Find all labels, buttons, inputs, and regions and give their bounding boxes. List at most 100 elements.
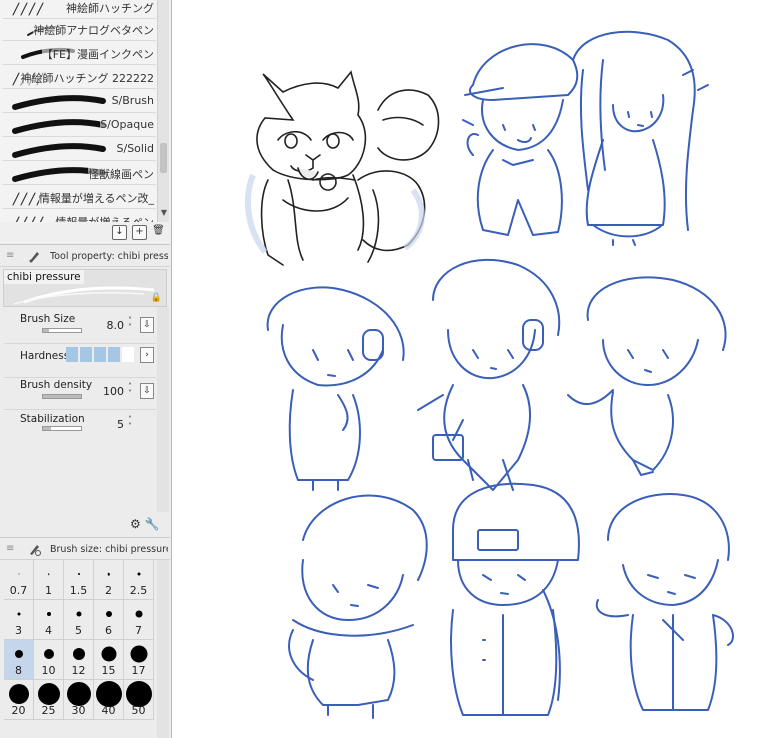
jacket-boy-sketch [595,493,734,711]
tool-property-scrollbar[interactable] [157,307,169,512]
hardness-level-cell[interactable] [80,347,93,362]
pressure-settings-button[interactable]: ⇩ [140,383,154,399]
brush-size-option[interactable]: 12 [64,640,94,680]
brush-size-option[interactable]: 30 [64,680,94,720]
brush-size-option[interactable]: 20 [4,680,34,720]
brush-size-option[interactable]: 17 [124,640,154,680]
brush-size-label: 5 [75,624,82,637]
brush-size-option[interactable]: 25 [34,680,64,720]
drawing-canvas[interactable] [173,0,766,738]
brush-size-label: 0.7 [9,584,28,597]
hardness-level-cell[interactable] [66,347,79,362]
hardness-level-cell[interactable] [122,347,135,362]
brush-size-option[interactable]: 0.7 [4,560,34,600]
grip-icon[interactable]: ≡ [6,250,14,261]
brush-preview[interactable]: chibi pressure 🔒 [3,269,167,307]
spinner-icon[interactable]: ˄ ˅ [128,416,132,431]
brush-item[interactable]: 情報量が増えるペン改_ [3,185,156,209]
hardness-level-cell[interactable] [94,347,107,362]
brush-actions-bar: ↓ + 🗑 [0,222,170,242]
hardness-level-cell[interactable] [108,347,121,362]
hardness-property[interactable]: Hardness › [4,345,156,378]
brush-item[interactable]: 神絵師ハッチング 222222 [3,65,156,89]
brush-size-dot [107,572,110,576]
settings-wrench-icon[interactable]: ⚙ [130,517,141,531]
brush-size-option[interactable]: 3 [4,600,34,640]
stabilization-property[interactable]: Stabilization 5 ˄ ˅ [4,411,156,444]
brush-density-value[interactable]: 100 [103,385,124,398]
brush-size-label: 50 [131,704,146,717]
brush-size-option[interactable]: 5 [64,600,94,640]
brush-item[interactable]: S/Solid [3,137,156,161]
brush-size-slider[interactable] [42,328,82,333]
tool-settings-icon[interactable]: 🔧 [145,517,160,531]
grip-icon[interactable]: ≡ [6,543,14,554]
brush-size-icon [30,545,41,556]
brush-size-option[interactable]: 15 [94,640,124,680]
brush-item[interactable]: 怪獣線画ペン [3,161,156,185]
brush-size-label: 15 [101,664,116,677]
brush-list: 神絵師ハッチング 神絵師アナログベタペン 【FE】漫画インクペン 神絵師ハッチング 2… [0,0,170,243]
brush-list-scrollbar[interactable]: ▼ [157,0,169,222]
spinner-icon[interactable]: ˄ ˅ [128,317,132,332]
pressure-settings-button[interactable]: ⇩ [140,317,154,333]
brush-size-dot [43,649,54,659]
brush-size-label: 40 [101,704,116,717]
brush-size-dot [17,612,20,616]
brush-item[interactable]: S/Brush [3,89,156,113]
brush-name: S/Brush [111,94,154,107]
short-hair-boy-sketch [567,276,727,476]
scrollbar-thumb[interactable] [160,143,167,173]
brush-size-option[interactable]: 1 [34,560,64,600]
brush-size-label: Brush Size [20,313,76,325]
preview-label: chibi pressure [4,270,84,284]
trash-icon[interactable]: 🗑 [151,225,166,240]
brush-size-option[interactable]: 7 [124,600,154,640]
brush-size-label: 8 [15,664,22,677]
save-icon[interactable]: ↓ [112,225,127,240]
stabilization-value[interactable]: 5 [117,418,124,431]
brush-name: S/Solid [116,142,154,155]
spinner-icon[interactable]: ˄ ˅ [128,383,132,398]
trench-coat-boy-sketch [417,258,561,491]
brush-size-option[interactable]: 40 [94,680,124,720]
brush-size-dot [72,648,85,660]
brush-size-option[interactable]: 50 [124,680,154,720]
stabilization-label: Stabilization [20,413,85,425]
brush-size-option[interactable]: 4 [34,600,64,640]
brush-item[interactable]: S/Opaque [3,113,156,137]
brush-size-property[interactable]: Brush Size 8.0 ˄ ˅ ⇩ [4,311,156,344]
brush-size-label: 6 [105,624,112,637]
brush-size-option[interactable]: 10 [34,640,64,680]
sketch-artwork [244,30,734,719]
brush-size-dot [76,611,81,617]
brush-size-option[interactable]: 8 [4,640,34,680]
brush-size-label: 25 [41,704,56,717]
duplicate-icon[interactable]: + [132,225,147,240]
chevron-right-icon[interactable]: › [140,347,154,363]
brush-size-dot [37,683,60,705]
brush-size-label: 10 [41,664,56,677]
tool-property-header: ≡ Tool property: chibi pressure [0,245,170,267]
brush-size-title: Brush size: chibi pressure [50,544,168,555]
brush-size-option[interactable]: 1.5 [64,560,94,600]
scroll-down-icon[interactable]: ▼ [158,208,170,220]
brush-size-label: 3 [15,624,22,637]
brush-size-option[interactable]: 2 [94,560,124,600]
brush-size-dot [18,573,19,575]
left-panel: 神絵師ハッチング 神絵師アナログベタペン 【FE】漫画インクペン 神絵師ハッチング 2… [0,0,172,738]
brush-size-option[interactable]: 6 [94,600,124,640]
brush-item[interactable]: 神絵師アナログベタペン [3,17,156,41]
stabilization-slider[interactable] [42,426,82,431]
brush-density-property[interactable]: Brush density 100 ˄ ˅ ⇩ [4,377,156,410]
hardness-label: Hardness [20,350,70,362]
brush-size-value[interactable]: 8.0 [107,319,125,332]
brush-name: S/Opaque [100,118,154,131]
lock-icon[interactable]: 🔒 [151,293,162,303]
brush-density-slider[interactable] [42,394,82,399]
brush-size-scrollbar[interactable] [157,560,169,738]
hardness-selector[interactable] [66,347,138,362]
brush-item[interactable]: 【FE】漫画インクペン [3,41,156,65]
pen-tool-icon [29,252,39,263]
brush-size-option[interactable]: 2.5 [124,560,154,600]
